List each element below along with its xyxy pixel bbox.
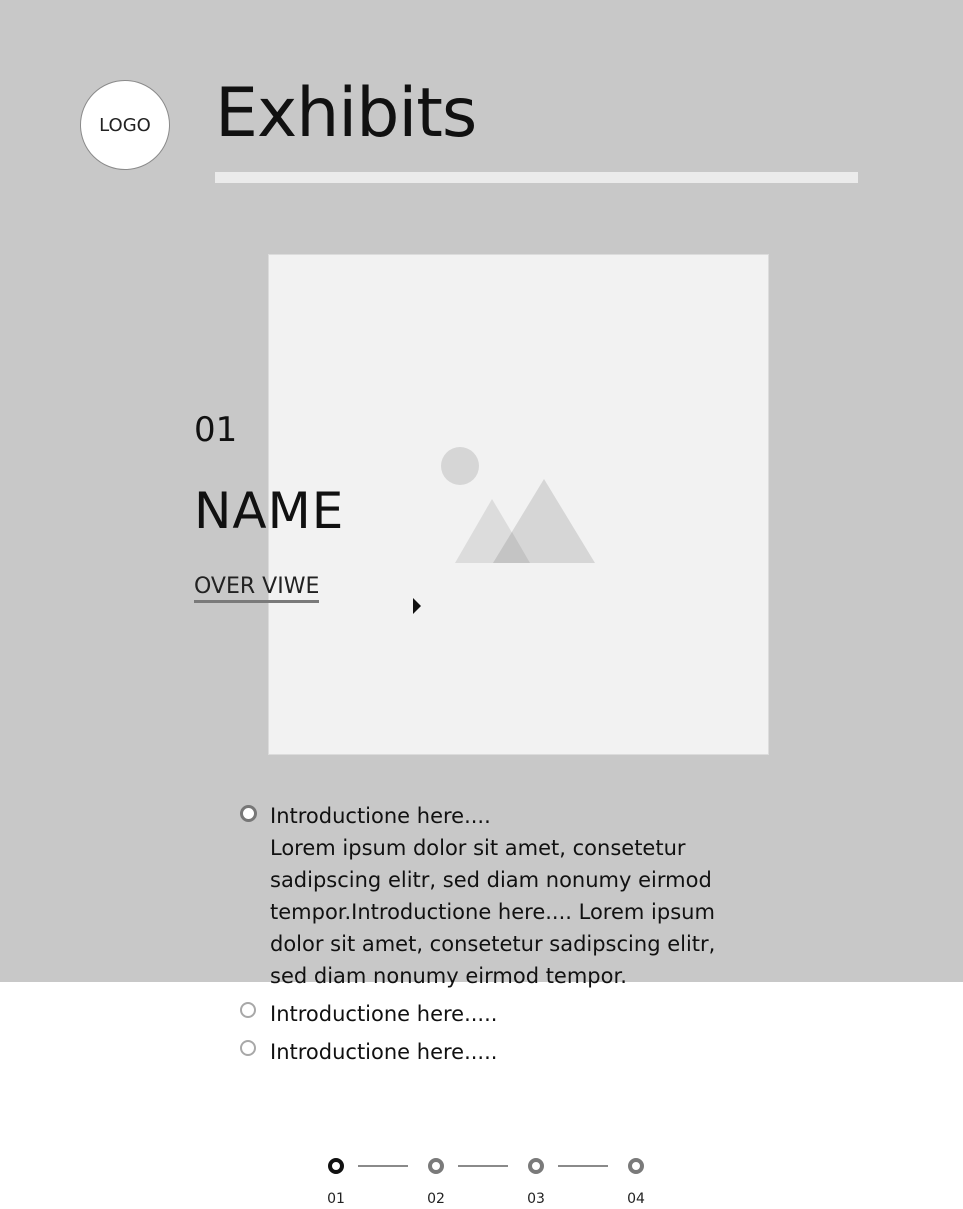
exhibits-page: LOGO Exhibits 01 NAME OVER VIWE Introduc… bbox=[0, 0, 963, 1209]
intro-item-title: Introductione here.... bbox=[270, 804, 491, 828]
page-label: 04 bbox=[627, 1191, 645, 1207]
pager-connector bbox=[458, 1165, 508, 1167]
page-title: Exhibits bbox=[215, 74, 477, 153]
radio-unselected-icon bbox=[240, 1002, 256, 1018]
page-dot-01[interactable] bbox=[328, 1158, 344, 1174]
exhibit-number: 01 bbox=[194, 410, 238, 450]
page-dot-04[interactable] bbox=[628, 1158, 644, 1174]
pagination: 01 02 03 04 bbox=[326, 1155, 666, 1209]
page-label: 02 bbox=[427, 1191, 445, 1207]
cursor-arrow-icon bbox=[413, 598, 421, 614]
pager-connector bbox=[358, 1165, 408, 1167]
radio-selected-icon bbox=[240, 805, 257, 822]
pager-connector bbox=[558, 1165, 608, 1167]
intro-list: Introductione here.... Lorem ipsum dolor… bbox=[240, 800, 740, 1068]
title-underline bbox=[215, 172, 858, 183]
intro-item-collapsed[interactable]: Introductione here..... bbox=[240, 998, 740, 1030]
radio-unselected-icon bbox=[240, 1040, 256, 1056]
image-placeholder-icon bbox=[441, 447, 595, 563]
intro-item-body: Lorem ipsum dolor sit amet, consetetur s… bbox=[270, 836, 716, 988]
overview-link[interactable]: OVER VIWE bbox=[194, 574, 320, 603]
intro-item-title: Introductione here..... bbox=[270, 1040, 498, 1064]
intro-item-collapsed[interactable]: Introductione here..... bbox=[240, 1036, 740, 1068]
logo[interactable]: LOGO bbox=[80, 80, 170, 170]
exhibit-name: NAME bbox=[194, 482, 345, 540]
intro-item-expanded[interactable]: Introductione here.... Lorem ipsum dolor… bbox=[240, 800, 740, 992]
logo-label: LOGO bbox=[99, 114, 151, 136]
page-dot-03[interactable] bbox=[528, 1158, 544, 1174]
page-label: 01 bbox=[327, 1191, 345, 1207]
page-dot-02[interactable] bbox=[428, 1158, 444, 1174]
intro-item-title: Introductione here..... bbox=[270, 1002, 498, 1026]
page-label: 03 bbox=[527, 1191, 545, 1207]
